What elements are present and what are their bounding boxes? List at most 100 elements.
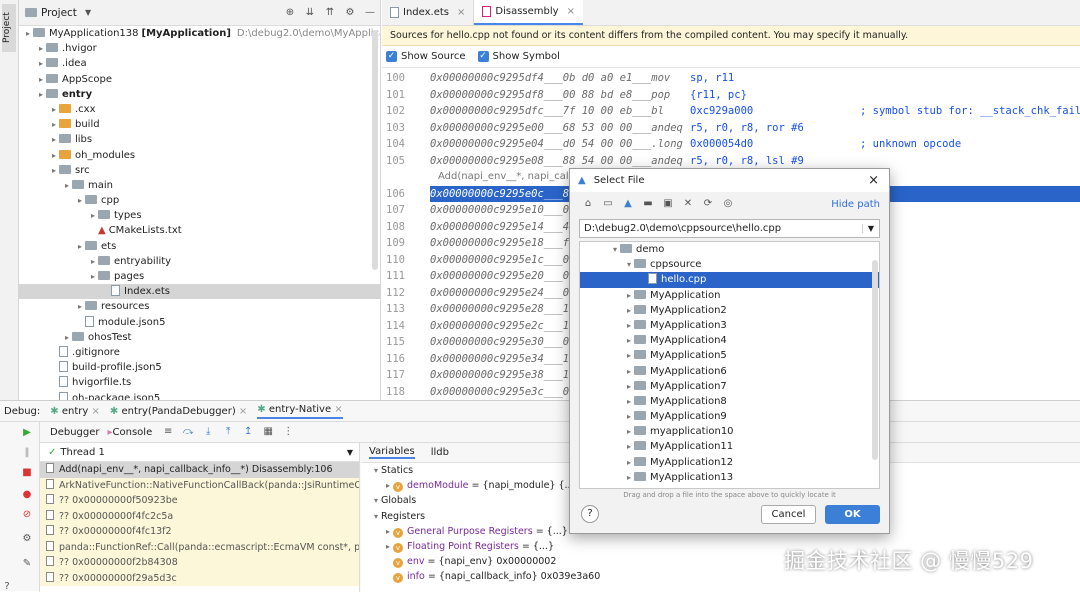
chevron-icon[interactable]: ▸	[624, 364, 634, 379]
tree-item[interactable]: ▸ resources	[19, 299, 380, 314]
chevron-icon[interactable]: ▸	[624, 394, 634, 409]
tree-item[interactable]: ▸ .idea	[19, 56, 380, 71]
module-icon[interactable]: ▬	[641, 197, 655, 211]
chevron-icon[interactable]: ▸	[624, 470, 634, 485]
chevron-icon[interactable]: ▸	[624, 288, 634, 303]
minimize-icon[interactable]: —	[363, 6, 377, 20]
chevron-icon[interactable]: ▾	[610, 242, 620, 257]
delete-icon[interactable]: ✕	[681, 197, 695, 211]
chevron-icon[interactable]: ▾	[624, 257, 634, 272]
chevron-icon[interactable]: ▸	[624, 303, 634, 318]
debug-tab-entry[interactable]: ✱ entry ×	[50, 406, 100, 417]
resume-icon[interactable]: ▶	[20, 426, 34, 440]
chevron-icon[interactable]: ▸	[36, 56, 46, 71]
path-field[interactable]: D:\debug2.0\demo\cppsource\hello.cpp ▼	[579, 219, 880, 238]
stack-frame[interactable]: ArkNativeFunction::NativeFunctionCallBac…	[40, 477, 359, 493]
chevron-icon[interactable]: ▸	[624, 439, 634, 454]
code-line[interactable]: 105 0x00000000c9295e08___88 54 00 00___an…	[382, 153, 1080, 170]
desktop-icon[interactable]: ▭	[601, 197, 615, 211]
ok-button[interactable]: OK	[825, 505, 880, 524]
chevron-icon[interactable]: ▸	[383, 478, 393, 493]
pin-icon[interactable]: ✎	[20, 557, 34, 571]
chevron-icon[interactable]: ▸	[88, 254, 98, 269]
chevron-icon[interactable]: ▸	[49, 163, 59, 178]
show-hidden-icon[interactable]: ◎	[721, 197, 735, 211]
tree-item[interactable]: ▸ cpp	[19, 193, 380, 208]
tree-item[interactable]: ▸ libs	[19, 132, 380, 147]
chevron-icon[interactable]: ▸	[75, 299, 85, 314]
tab-disassembly[interactable]: Disassembly ×	[474, 0, 583, 25]
close-icon[interactable]: ×	[334, 404, 342, 415]
home-icon[interactable]: ⌂	[581, 197, 595, 211]
chevron-icon[interactable]: ▸	[23, 26, 33, 41]
file-tree-item[interactable]: ▾ demo	[580, 242, 879, 257]
stack-frame[interactable]: ?? 0x00000000f4fc2c5a	[40, 508, 359, 524]
file-tree-item[interactable]: ▸ MyApplication2	[580, 303, 879, 318]
chevron-icon[interactable]: ▸	[36, 87, 46, 102]
code-line[interactable]: 102 0x00000000c9295dfc___7f 10 00 eb___bl…	[382, 103, 1080, 120]
file-tree-item[interactable]: ▸ MyApplication4	[580, 333, 879, 348]
scrollbar[interactable]	[872, 260, 878, 460]
code-line[interactable]: 103 0x00000000c9295e00___68 53 00 00___an…	[382, 120, 1080, 137]
tree-item[interactable]: ▸ build	[19, 117, 380, 132]
tree-item[interactable]: ▸ ets	[19, 239, 380, 254]
code-line[interactable]: 104 0x00000000c9295e04___d0 54 00 00___.l…	[382, 136, 1080, 153]
chevron-icon[interactable]: ▸	[49, 148, 59, 163]
file-tree-item[interactable]: hello.cpp	[580, 272, 879, 288]
more-icon[interactable]: ⋮	[281, 425, 295, 439]
tree-item[interactable]: hvigorfile.ts	[19, 375, 380, 390]
gear-icon[interactable]: ⚙	[343, 6, 357, 20]
chevron-icon[interactable]: ▸	[624, 424, 634, 439]
file-tree-item[interactable]: ▸ MyApplication9	[580, 409, 879, 424]
tree-item[interactable]: ▸ src	[19, 163, 380, 178]
chevron-icon[interactable]: ▸	[75, 193, 85, 208]
stack-frame[interactable]: Add(napi_env__*, napi_callback_info__*) …	[40, 462, 359, 478]
file-tree-item[interactable]: ▸ MyApplication5	[580, 348, 879, 363]
stop-icon[interactable]: ■	[20, 466, 34, 480]
code-line[interactable]: 101 0x00000000c9295df8___00 88 bd e8___po…	[382, 87, 1080, 104]
file-tree-item[interactable]: ▸ myapplication10	[580, 424, 879, 439]
collapse-all-icon[interactable]: ⇊	[303, 6, 317, 20]
breakpoints-icon[interactable]: ●	[20, 488, 34, 502]
chevron-icon[interactable]: ▸	[88, 208, 98, 223]
file-tree-item[interactable]: ▸ MyApplication13	[580, 470, 879, 485]
chevron-down-icon[interactable]: ▼	[861, 224, 879, 233]
chevron-icon[interactable]: ▸	[624, 318, 634, 333]
chevron-icon[interactable]: ▸	[88, 269, 98, 284]
tree-item[interactable]: ▲ CMakeLists.txt	[19, 223, 380, 238]
show-source-checkbox[interactable]: ✓	[386, 51, 397, 62]
tree-item[interactable]: ▸ AppScope	[19, 72, 380, 87]
tree-item[interactable]: ▸ pages	[19, 269, 380, 284]
file-tree-item[interactable]: ▸ MyApplication6	[580, 364, 879, 379]
mute-breakpoints-icon[interactable]: ⊘	[20, 508, 34, 522]
pause-icon[interactable]: ‖	[20, 446, 34, 460]
stack-frame[interactable]: panda::FunctionRef::Call(panda::ecmascri…	[40, 539, 359, 555]
tab-lldb[interactable]: lldb	[431, 447, 449, 458]
chevron-icon[interactable]: ▸	[36, 41, 46, 56]
tree-item[interactable]: .gitignore	[19, 345, 380, 360]
tree-item[interactable]: ▸ MyApplication138 [MyApplication] D:\debug…	[19, 26, 380, 41]
project-side-tab[interactable]: Project	[2, 4, 16, 52]
chevron-icon[interactable]: ▸	[383, 524, 393, 539]
close-icon[interactable]: ×	[91, 406, 99, 417]
chevron-icon[interactable]: ▾	[371, 509, 381, 524]
scrollbar[interactable]	[372, 30, 378, 270]
target-icon[interactable]: ⊕	[283, 6, 297, 20]
file-tree-item[interactable]: ▸ MyApplication7	[580, 379, 879, 394]
debugger-tab[interactable]: Debugger	[50, 427, 100, 438]
file-tree-item[interactable]: ▸ MyApplication	[580, 288, 879, 303]
debug-tab-panda[interactable]: ✱ entry(PandaDebugger) ×	[110, 406, 247, 417]
hide-path-link[interactable]: Hide path	[831, 199, 880, 210]
expand-all-icon[interactable]: ⇈	[323, 6, 337, 20]
chevron-icon[interactable]: ▸	[383, 539, 393, 554]
project-icon[interactable]: ▲	[621, 197, 635, 211]
file-tree-item[interactable]: ▸ MyApplication3	[580, 318, 879, 333]
file-tree-item[interactable]: ▾ cppsource	[580, 257, 879, 272]
settings-icon[interactable]: ⚙	[20, 532, 34, 546]
evaluate-icon[interactable]: ▦	[261, 425, 275, 439]
chevron-icon[interactable]: ▸	[36, 72, 46, 87]
new-folder-icon[interactable]: ▣	[661, 197, 675, 211]
chevron-icon[interactable]: ▸	[624, 409, 634, 424]
thread-select[interactable]: ✓ Thread 1 ▼	[40, 443, 359, 462]
close-icon[interactable]: ×	[239, 406, 247, 417]
